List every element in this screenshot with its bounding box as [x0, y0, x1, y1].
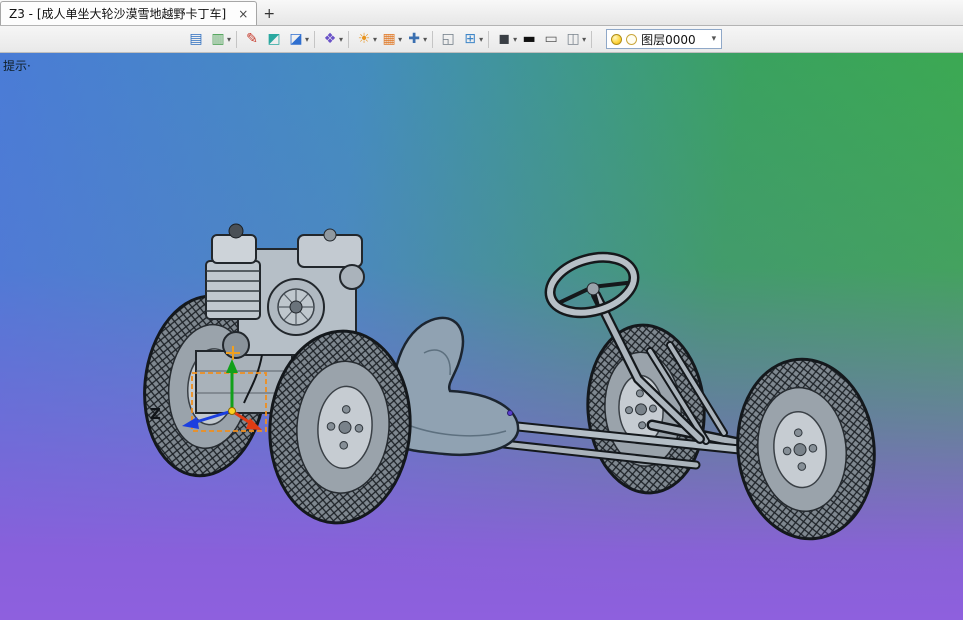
- toolbar-separator: [488, 30, 490, 48]
- steering-wheel[interactable]: [543, 248, 640, 322]
- toolbar-separator: [591, 30, 593, 48]
- viewport-icon[interactable]: ◱: [437, 29, 459, 50]
- triad-axis-label: Z: [150, 405, 161, 423]
- application-window: Z3 - [成人单坐大轮沙漠雪地越野卡丁车] × + ▤ ▥ ▾ ✎ ◩ ◪ ▾…: [0, 0, 963, 620]
- seat[interactable]: [391, 316, 520, 456]
- dropdown-caret-icon[interactable]: ▾: [305, 35, 309, 44]
- grid-icon[interactable]: ⊞: [459, 29, 481, 50]
- toolbar-separator: [314, 30, 316, 48]
- layer-visibility-bulb-icon[interactable]: [611, 33, 623, 45]
- dropdown-caret-icon[interactable]: ▾: [227, 35, 231, 44]
- section-view-icon[interactable]: ◫: [562, 29, 584, 50]
- assembly-icon[interactable]: ❖: [319, 29, 341, 50]
- display-mode-icon[interactable]: ◼: [493, 29, 515, 50]
- open-file-icon[interactable]: ▤: [185, 29, 207, 50]
- tab-strip: Z3 - [成人单坐大轮沙漠雪地越野卡丁车] × +: [0, 0, 963, 26]
- dropdown-caret-icon[interactable]: ▾: [423, 35, 427, 44]
- sketch-pen-icon[interactable]: ✎: [241, 29, 263, 50]
- move-icon[interactable]: ✚: [403, 29, 425, 50]
- layer-combo-value: 图层0000: [641, 32, 696, 47]
- layer-combo-caret-icon[interactable]: ▾: [712, 34, 717, 44]
- color-wheel-icon[interactable]: ☀: [353, 29, 375, 50]
- dropdown-caret-icon[interactable]: ▾: [582, 35, 586, 44]
- new-tab-button[interactable]: +: [257, 3, 281, 25]
- dropdown-caret-icon[interactable]: ▾: [373, 35, 377, 44]
- layer-combo[interactable]: 图层0000 ▾: [606, 29, 723, 49]
- document-tab-title: Z3 - [成人单坐大轮沙漠雪地越野卡丁车]: [9, 7, 227, 21]
- main-toolbar: ▤ ▥ ▾ ✎ ◩ ◪ ▾ ❖ ▾ ☀ ▾ ▦ ▾ ✚ ▾ ◱ ⊞ ▾ ◼ ▾ …: [0, 26, 963, 53]
- print-icon[interactable]: ▥: [207, 29, 229, 50]
- viewport-canvas[interactable]: 提示· Z: [0, 53, 963, 620]
- dropdown-caret-icon[interactable]: ▾: [339, 35, 343, 44]
- background-color-icon[interactable]: ▭: [540, 29, 562, 50]
- document-tab[interactable]: Z3 - [成人单坐大轮沙漠雪地越野卡丁车] ×: [0, 1, 258, 25]
- line-width-icon[interactable]: ▬: [518, 29, 540, 50]
- dropdown-caret-icon[interactable]: ▾: [479, 35, 483, 44]
- model-canvas[interactable]: Z: [0, 53, 963, 620]
- toolbar-separator: [432, 30, 434, 48]
- toolbar-separator: [236, 30, 238, 48]
- dropdown-caret-icon[interactable]: ▾: [398, 35, 402, 44]
- tab-close-icon[interactable]: ×: [238, 8, 248, 20]
- layer-color-swatch[interactable]: [626, 33, 638, 45]
- toolbar-separator: [348, 30, 350, 48]
- solid-box-icon[interactable]: ◪: [285, 29, 307, 50]
- wheel-front-right[interactable]: [729, 352, 883, 545]
- datum-point: [507, 410, 513, 416]
- dropdown-caret-icon[interactable]: ▾: [513, 35, 517, 44]
- solid-extrude-icon[interactable]: ◩: [263, 29, 285, 50]
- texture-icon[interactable]: ▦: [378, 29, 400, 50]
